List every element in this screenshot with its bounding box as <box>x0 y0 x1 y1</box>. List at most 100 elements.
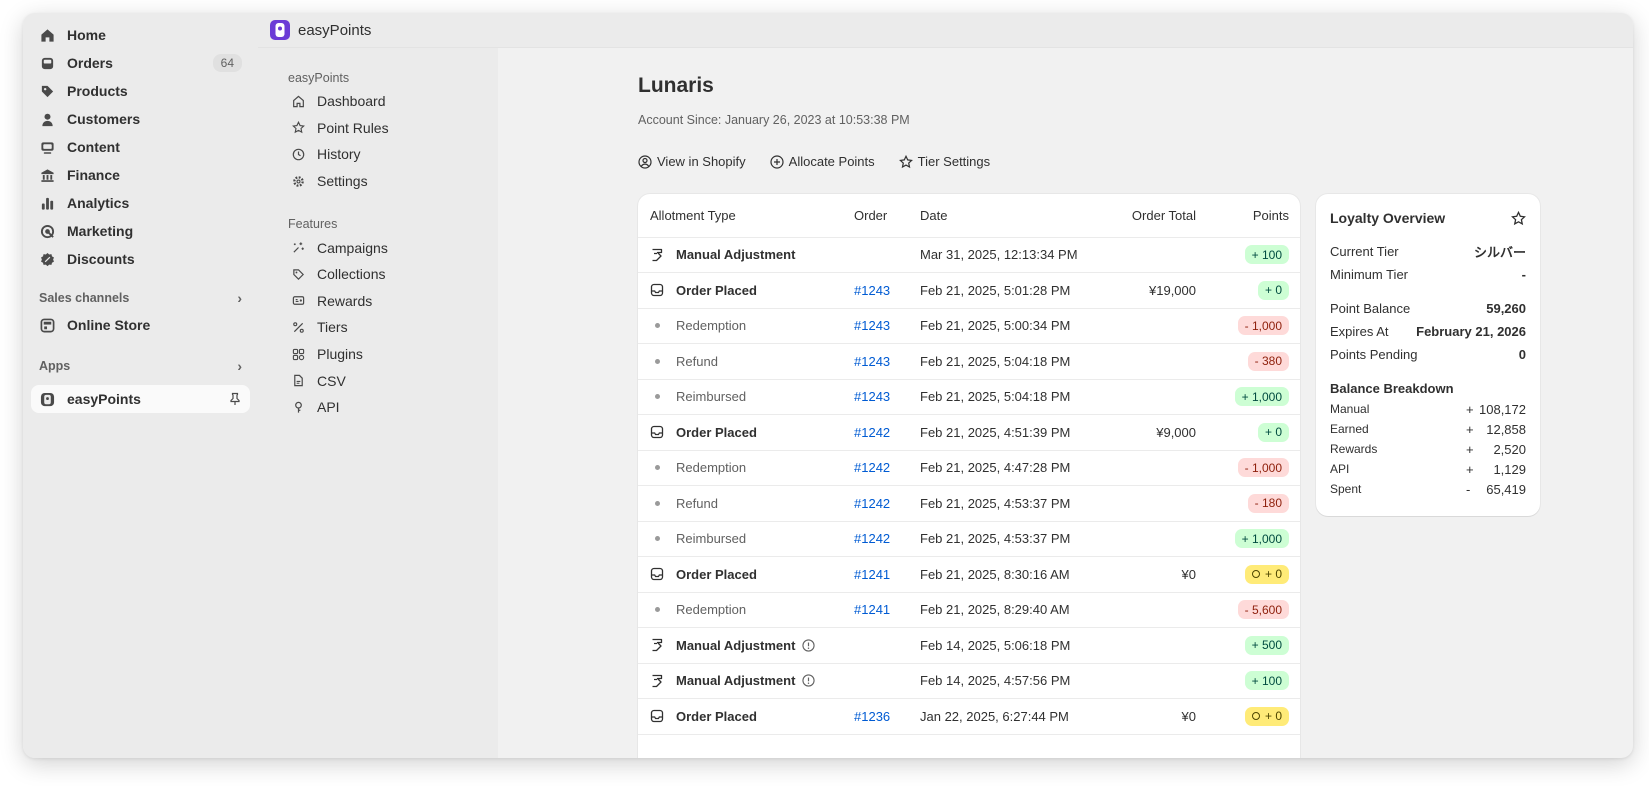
subnav-item-campaigns[interactable]: Campaigns <box>258 234 498 261</box>
home-icon <box>39 27 55 43</box>
subnav-group-label: easyPoints <box>288 71 350 85</box>
app-window: Home Orders 64 Products Customers Conten… <box>23 13 1633 758</box>
subnav-item-api[interactable]: API <box>258 394 498 421</box>
sidebar-item-content[interactable]: Content <box>31 133 250 161</box>
table-row[interactable]: Manual Adjustment Mar 31, 2025, 12:13:34… <box>638 237 1300 273</box>
cell-points: + 0 <box>1196 272 1300 309</box>
table-row[interactable]: Reimbursed #1243 Feb 21, 2025, 5:04:18 P… <box>638 379 1300 415</box>
current-tier-value: シルバー <box>1473 245 1526 260</box>
view-in-shopify-button[interactable]: View in Shopify <box>638 154 746 169</box>
order-link[interactable]: #1242 <box>854 425 890 440</box>
sidebar-item-products[interactable]: Products <box>31 77 250 105</box>
order-link[interactable]: #1242 <box>854 496 890 511</box>
subnav-item-plugins[interactable]: Plugins <box>258 341 498 368</box>
points-pending-label: Points Pending <box>1330 347 1418 362</box>
sidebar-item-discounts[interactable]: Discounts <box>31 245 250 273</box>
cell-order: #1242 <box>854 485 920 522</box>
subnav-item-history[interactable]: History <box>258 141 498 168</box>
allocate-points-button[interactable]: Allocate Points <box>770 154 875 169</box>
cell-order: #1241 <box>854 592 920 628</box>
points-value: + 0 <box>1264 567 1282 582</box>
table-row[interactable]: Redemption #1243 Feb 21, 2025, 5:00:34 P… <box>638 308 1300 344</box>
column-header-date[interactable]: Date <box>920 194 1116 238</box>
cell-order-total: ¥0 <box>1116 698 1196 735</box>
order-link[interactable]: #1242 <box>854 460 890 475</box>
sales-channels-label: Sales channels <box>39 291 130 305</box>
cell-order: #1243 <box>854 272 920 309</box>
order-link[interactable]: #1243 <box>854 318 890 333</box>
sidebar-item-marketing[interactable]: Marketing <box>31 217 250 245</box>
loyalty-overview-card: Loyalty Overview Current Tier シルバー Minim… <box>1316 194 1540 516</box>
app-header: easyPoints <box>258 13 1633 48</box>
cell-date: Feb 21, 2025, 4:53:37 PM <box>920 485 1116 522</box>
breakdown-label: Rewards <box>1330 442 1378 456</box>
sidebar-item-finance[interactable]: Finance <box>31 161 250 189</box>
order-link[interactable]: #1243 <box>854 389 890 404</box>
points-badge: + 100 <box>1244 671 1289 691</box>
breakdown-value: 1,129 <box>1493 461 1526 477</box>
order-link[interactable]: #1243 <box>854 283 890 298</box>
subnav-item-label: Tiers <box>317 319 348 336</box>
subnav-item-tiers[interactable]: Tiers <box>258 314 498 341</box>
table-row[interactable]: Redemption #1241 Feb 21, 2025, 8:29:40 A… <box>638 592 1300 628</box>
table-row[interactable]: Order Placed #1241 Feb 21, 2025, 8:30:16… <box>638 556 1300 593</box>
sidebar-item-orders[interactable]: Orders 64 <box>31 49 250 77</box>
table-row[interactable]: Manual Adjustment Feb 14, 2025, 5:06:18 … <box>638 627 1300 664</box>
cell-date: Feb 21, 2025, 4:47:28 PM <box>920 450 1116 486</box>
cell-points: + 1,000 <box>1196 521 1300 557</box>
info-icon[interactable] <box>802 674 816 687</box>
star-icon[interactable] <box>1511 210 1526 226</box>
allotment-type-label: Refund <box>676 495 718 511</box>
sidebar-item-home[interactable]: Home <box>31 21 250 49</box>
table-row[interactable]: Manual Adjustment Feb 14, 2025, 4:57:56 … <box>638 663 1300 699</box>
points-badge: + 0 <box>1244 706 1289 726</box>
table-row[interactable]: Redemption #1242 Feb 21, 2025, 4:47:28 P… <box>638 450 1300 486</box>
cell-points: + 500 <box>1196 627 1300 664</box>
pin-icon[interactable] <box>228 392 242 406</box>
sidebar-item-label: Home <box>67 27 106 43</box>
order-link[interactable]: #1241 <box>854 602 890 617</box>
order-link[interactable]: #1243 <box>854 354 890 369</box>
apps-header[interactable]: Apps › <box>31 353 250 379</box>
order-link[interactable]: #1242 <box>854 531 890 546</box>
target-icon <box>39 223 55 239</box>
sidebar-item-analytics[interactable]: Analytics <box>31 189 250 217</box>
table-row[interactable]: Reimbursed #1242 Feb 21, 2025, 4:53:37 P… <box>638 521 1300 557</box>
subnav-item-collections[interactable]: Collections <box>258 261 498 288</box>
subnav-item-point-rules[interactable]: Point Rules <box>258 115 498 142</box>
sidebar-item-online-store[interactable]: Online Store <box>31 311 250 339</box>
column-header-points[interactable]: Points <box>1196 194 1300 238</box>
points-value: + 0 <box>1264 425 1282 440</box>
column-header-type[interactable]: Allotment Type <box>638 194 854 238</box>
tier-settings-button[interactable]: Tier Settings <box>898 154 990 169</box>
cell-date: Feb 21, 2025, 5:04:18 PM <box>920 343 1116 380</box>
allotment-type-label: Reimbursed <box>676 531 747 547</box>
sidebar-item-customers[interactable]: Customers <box>31 105 250 133</box>
subnav-item-rewards[interactable]: Rewards <box>258 288 498 315</box>
breakdown-value: 2,520 <box>1493 441 1526 457</box>
table-row[interactable]: Order Placed #1242 Feb 21, 2025, 4:51:39… <box>638 414 1300 451</box>
subnav-group-label: Features <box>288 217 338 232</box>
cell-date: Feb 21, 2025, 4:53:37 PM <box>920 521 1116 557</box>
allotment-type-label: Redemption <box>676 318 747 334</box>
column-header-order[interactable]: Order <box>854 194 920 238</box>
inbox-icon <box>39 55 55 71</box>
allotment-type-cell: Redemption <box>650 460 854 475</box>
sidebar-item-easypoints[interactable]: easyPoints <box>31 385 250 413</box>
info-icon[interactable] <box>802 639 816 652</box>
cell-type: Manual Adjustment <box>638 627 854 664</box>
table-row[interactable]: Order Placed #1236 Jan 22, 2025, 6:27:44… <box>638 698 1300 735</box>
subnav-item-label: Campaigns <box>317 239 388 256</box>
table-row[interactable]: Refund #1242 Feb 21, 2025, 4:53:37 PM - … <box>638 485 1300 522</box>
breakdown-label: Manual <box>1330 402 1370 416</box>
column-header-order-total[interactable]: Order Total <box>1116 194 1196 238</box>
order-link[interactable]: #1241 <box>854 567 890 582</box>
subnav-item-dashboard[interactable]: Dashboard <box>258 88 498 115</box>
subnav-item-csv[interactable]: CSV <box>258 367 498 394</box>
table-row[interactable]: Refund #1243 Feb 21, 2025, 5:04:18 PM - … <box>638 343 1300 380</box>
order-link[interactable]: #1236 <box>854 709 890 724</box>
sales-channels-header[interactable]: Sales channels › <box>31 285 250 311</box>
subnav-item-settings[interactable]: Settings <box>258 168 498 195</box>
table-row[interactable]: Order Placed #1243 Feb 21, 2025, 5:01:28… <box>638 272 1300 309</box>
cell-points: - 380 <box>1196 343 1300 380</box>
